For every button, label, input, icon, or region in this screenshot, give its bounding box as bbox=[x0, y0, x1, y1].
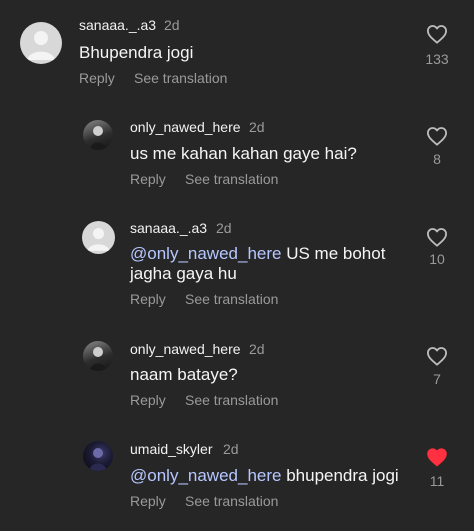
reply-button[interactable]: Reply bbox=[79, 70, 115, 86]
reply-button[interactable]: Reply bbox=[130, 392, 166, 408]
like-count: 10 bbox=[429, 251, 445, 267]
username[interactable]: only_nawed_here bbox=[130, 341, 241, 357]
username[interactable]: sanaaa._.a3 bbox=[130, 220, 207, 236]
comment-1: sanaaa._.a3 2d Bhupendra jogi Reply See … bbox=[0, 0, 474, 100]
comment-text: @only_nawed_here bhupendra jogi bbox=[130, 466, 410, 486]
see-translation-button[interactable]: See translation bbox=[185, 171, 278, 187]
username[interactable]: umaid_skyler bbox=[130, 441, 212, 457]
heart-icon[interactable] bbox=[426, 227, 448, 247]
reply-button[interactable]: Reply bbox=[130, 291, 166, 307]
like-count: 7 bbox=[433, 371, 441, 387]
avatar[interactable] bbox=[83, 120, 113, 150]
comment-text: naam bataye? bbox=[130, 365, 410, 385]
comment-body: bhupendra jogi bbox=[281, 466, 399, 485]
heart-icon[interactable] bbox=[426, 24, 448, 44]
like-count: 11 bbox=[429, 473, 445, 489]
avatar[interactable] bbox=[20, 22, 62, 64]
username[interactable]: only_nawed_here bbox=[130, 119, 241, 135]
timestamp: 2d bbox=[249, 119, 265, 135]
avatar[interactable] bbox=[83, 341, 113, 371]
avatar[interactable] bbox=[82, 221, 115, 254]
timestamp: 2d bbox=[164, 17, 180, 33]
mention-link[interactable]: @only_nawed_here bbox=[130, 466, 281, 485]
see-translation-button[interactable]: See translation bbox=[185, 291, 278, 307]
profile-photo-icon bbox=[89, 448, 107, 471]
profile-photo-icon bbox=[90, 347, 106, 371]
comment-body: naam bataye? bbox=[130, 365, 238, 384]
reply-button[interactable]: Reply bbox=[130, 171, 166, 187]
heart-filled-icon[interactable] bbox=[426, 447, 448, 467]
like-count: 133 bbox=[425, 51, 449, 67]
avatar[interactable] bbox=[83, 441, 113, 471]
username[interactable]: sanaaa._.a3 bbox=[79, 17, 156, 33]
timestamp: 2d bbox=[223, 441, 239, 457]
reply-button[interactable]: Reply bbox=[130, 493, 166, 509]
comment-5: umaid_skyler 2d @only_nawed_here bhupend… bbox=[0, 430, 474, 531]
mention-link[interactable]: @only_nawed_here bbox=[130, 244, 281, 263]
heart-icon[interactable] bbox=[426, 346, 448, 366]
see-translation-button[interactable]: See translation bbox=[185, 392, 278, 408]
profile-photo-icon bbox=[90, 126, 106, 150]
see-translation-button[interactable]: See translation bbox=[185, 493, 278, 509]
timestamp: 2d bbox=[249, 341, 265, 357]
timestamp: 2d bbox=[216, 220, 232, 236]
comment-text: @only_nawed_here US me bohot jagha gaya … bbox=[130, 244, 390, 284]
like-count: 8 bbox=[433, 151, 441, 167]
comment-2: only_nawed_here 2d us me kahan kahan gay… bbox=[0, 100, 474, 220]
comment-text: us me kahan kahan gaye hai? bbox=[130, 144, 410, 164]
heart-icon[interactable] bbox=[426, 126, 448, 146]
default-avatar-icon bbox=[27, 31, 55, 60]
see-translation-button[interactable]: See translation bbox=[134, 70, 227, 86]
comment-4: only_nawed_here 2d naam bataye? Reply Se… bbox=[0, 340, 474, 430]
comment-3: sanaaa._.a3 2d @only_nawed_here US me bo… bbox=[0, 220, 474, 340]
comment-text: Bhupendra jogi bbox=[79, 43, 399, 63]
comment-body: Bhupendra jogi bbox=[79, 43, 194, 62]
comment-body: us me kahan kahan gaye hai? bbox=[130, 144, 357, 163]
default-avatar-icon bbox=[87, 228, 110, 251]
